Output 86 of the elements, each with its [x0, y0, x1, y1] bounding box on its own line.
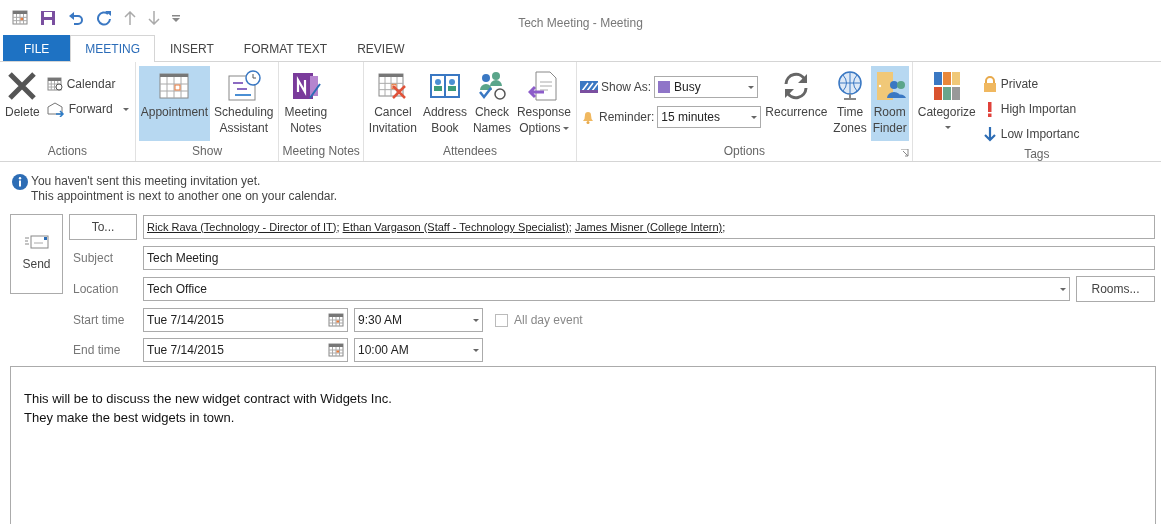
- calendar-icon[interactable]: [12, 10, 28, 26]
- location-field[interactable]: Tech Office: [143, 277, 1070, 301]
- calendar-icon: [158, 70, 191, 102]
- calendar-icon[interactable]: [328, 313, 344, 327]
- window-title: Tech Meeting - Meeting: [517, 15, 644, 32]
- message-body[interactable]: This will be to discuss the new widget contract with Widgets Inc. They make the best widgets in town.: [10, 366, 1156, 524]
- group-label: Show: [191, 143, 224, 160]
- ribbon-button[interactable]: Address Book: [420, 66, 469, 141]
- to-button[interactable]: To...: [69, 214, 137, 240]
- ribbon-tab[interactable]: INSERT: [155, 35, 229, 61]
- checkbox[interactable]: [495, 313, 508, 327]
- recipient-name[interactable]: Rick Rava (Technology - Director of IT): [147, 220, 337, 233]
- ribbon-button[interactable]: Check Names: [470, 66, 513, 141]
- caret-icon: [1060, 287, 1066, 291]
- info-message: You haven't sent this meeting invitation yet.: [31, 174, 262, 189]
- schedule-icon: [226, 70, 261, 102]
- ribbon-button[interactable]: Response Options: [514, 66, 573, 141]
- ribbon-tab[interactable]: FORMAT TEXT: [228, 35, 343, 61]
- ribbon-button[interactable]: Cancel Invitation: [366, 66, 419, 141]
- group-label: Actions: [46, 143, 89, 160]
- ribbon-button[interactable]: Scheduling Assistant: [212, 66, 276, 141]
- ribbon-tab[interactable]: MEETING: [70, 35, 155, 62]
- rooms-button[interactable]: Rooms...: [1076, 276, 1155, 302]
- category-grid-icon: [932, 70, 961, 102]
- field-label: Location: [72, 281, 120, 298]
- envelope-icon: [46, 101, 65, 117]
- recipients-field[interactable]: Rick Rava (Technology - Director of IT); Ethan Vargason (Staff - Technology Specialist); James Misner (College Intern);: [143, 215, 1155, 239]
- lock-icon: [982, 76, 997, 92]
- date-field[interactable]: Tue 7/14/2015: [143, 308, 348, 332]
- dropdown-field[interactable]: 15 minutes: [657, 106, 762, 128]
- ribbon-button[interactable]: Delete: [3, 66, 42, 141]
- ribbon-button[interactable]: High Importan: [979, 97, 1083, 121]
- date-field[interactable]: Tue 7/14/2015: [143, 338, 348, 362]
- ribbon-button[interactable]: Room Finder: [870, 66, 909, 141]
- subject-field[interactable]: Tech Meeting: [143, 246, 1155, 270]
- ribbon-button[interactable]: Meeting Notes: [282, 66, 330, 141]
- body-text: This will be to discuss the new widget contract with Widgets Inc.: [24, 390, 393, 408]
- dialog-launcher-icon[interactable]: [900, 149, 909, 157]
- up-arrow-icon[interactable]: [124, 11, 136, 25]
- ribbon-button[interactable]: Calendar: [43, 72, 132, 96]
- file-tab[interactable]: FILE: [3, 35, 71, 61]
- undo-icon[interactable]: [68, 10, 84, 26]
- separator-text: ;: [336, 220, 340, 233]
- ribbon-button[interactable]: Time Zones: [831, 66, 869, 141]
- group-label: Meeting Notes: [282, 143, 360, 160]
- group-label: Attendees: [441, 143, 498, 160]
- ribbon-button[interactable]: Recurrence: [763, 66, 830, 141]
- field-label: End time: [72, 342, 122, 359]
- ribbon-button[interactable]: Categorize: [915, 66, 978, 141]
- info-message: This appointment is next to another one on your calendar.: [31, 189, 338, 204]
- group-label: Tags: [1023, 146, 1051, 162]
- field-label: Subject: [72, 250, 115, 267]
- caret-icon: [751, 115, 758, 119]
- ribbon-tab[interactable]: REVIEW: [342, 35, 420, 61]
- time-field[interactable]: 10:00 AM: [354, 338, 483, 362]
- down-arrow-icon: [982, 126, 997, 142]
- dropdown-field[interactable]: Busy: [654, 76, 758, 98]
- caret-icon: [473, 348, 479, 352]
- ribbon-button[interactable]: Appointment: [138, 66, 211, 141]
- stripes-icon: [579, 81, 598, 93]
- field-label: Reminder:: [598, 109, 655, 126]
- time-field[interactable]: 9:30 AM: [354, 308, 483, 332]
- customize-menu-icon[interactable]: [172, 14, 180, 22]
- recipient-name[interactable]: Ethan Vargason (Staff - Technology Specialist): [342, 220, 569, 233]
- body-text: They make the best widgets in town.: [24, 409, 236, 427]
- info-icon: [12, 174, 28, 190]
- redo-icon[interactable]: [96, 10, 112, 26]
- calendar-icon[interactable]: [328, 343, 344, 357]
- ribbon-button[interactable]: Forward: [43, 97, 132, 121]
- ribbon-button[interactable]: Low Importanc: [979, 122, 1083, 146]
- delete-icon: [6, 70, 39, 102]
- separator-text: ;: [722, 220, 726, 233]
- separator-text: ;: [568, 220, 572, 233]
- checkbox-label: All day event: [514, 312, 583, 329]
- calendar-icon: [46, 76, 63, 92]
- document-arrow-icon: [527, 70, 560, 102]
- caret-icon: [473, 318, 479, 322]
- field-label: Start time: [72, 312, 126, 329]
- caret-icon: [748, 85, 754, 89]
- down-arrow-icon[interactable]: [148, 11, 160, 25]
- send-button[interactable]: Send: [10, 214, 63, 294]
- envelope-icon: [24, 235, 49, 249]
- save-icon[interactable]: [40, 10, 56, 26]
- group-label: Options: [722, 143, 766, 160]
- ribbon-button[interactable]: Private: [979, 72, 1083, 96]
- field-label: Show As:: [600, 79, 651, 96]
